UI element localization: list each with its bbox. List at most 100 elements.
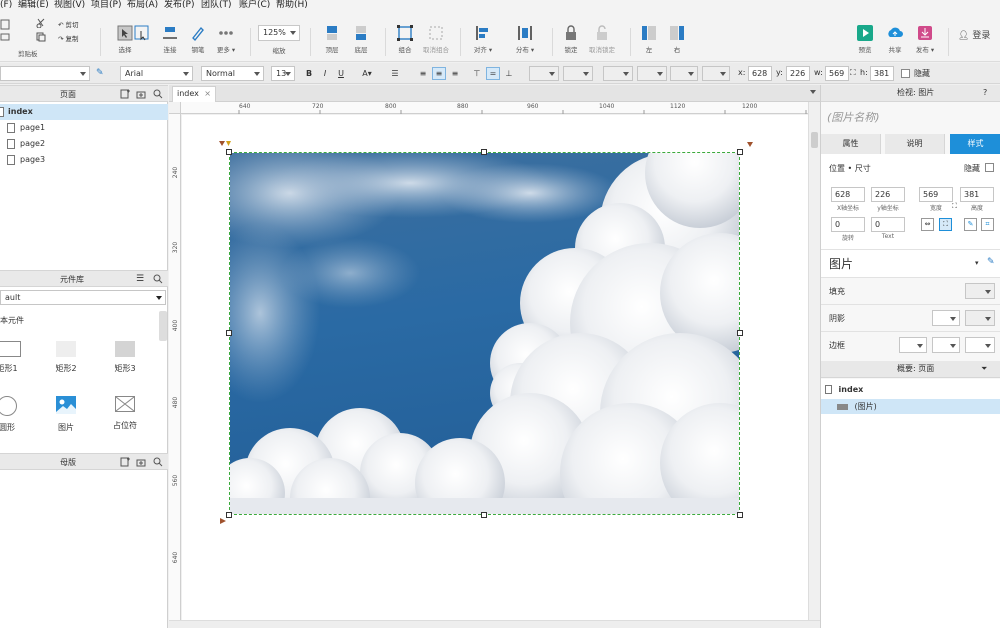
y-coordinate-input[interactable]: 226: [871, 187, 905, 202]
align-text-right-button[interactable]: ≡: [448, 67, 462, 80]
hidden-checkbox[interactable]: [901, 69, 910, 78]
x-input[interactable]: 628: [748, 66, 772, 81]
unlock-button[interactable]: 取消锁定: [582, 24, 622, 54]
font-family-select[interactable]: Arial: [120, 66, 193, 81]
menu-publish[interactable]: 发布(P): [164, 0, 194, 11]
tab-style[interactable]: 样式: [950, 134, 1000, 154]
add-page-icon[interactable]: [120, 89, 130, 99]
outer-shadow-select[interactable]: [932, 310, 960, 326]
height-input[interactable]: 381: [960, 187, 994, 202]
font-color-button[interactable]: A▾: [356, 67, 378, 80]
library-select[interactable]: ault: [0, 290, 166, 305]
ungroup-button[interactable]: 取消组合: [416, 24, 456, 54]
menu-file[interactable]: (F): [0, 0, 12, 11]
folder-icon[interactable]: [0, 32, 12, 42]
menu-icon[interactable]: ☰: [136, 274, 146, 284]
resize-handle[interactable]: [737, 149, 743, 155]
page-item-page3[interactable]: page3: [0, 152, 168, 168]
fill-color-select[interactable]: [965, 283, 995, 299]
component-placeholder[interactable]: 占位符: [105, 396, 145, 431]
add-folder-icon[interactable]: [136, 89, 146, 99]
tab-notes[interactable]: 说明: [885, 134, 945, 154]
border-color-select[interactable]: [932, 337, 960, 353]
component-rect2[interactable]: 矩形2: [46, 341, 86, 374]
fill-color-select[interactable]: [529, 66, 559, 81]
search-icon[interactable]: [153, 457, 163, 467]
tab-index[interactable]: index ×: [172, 86, 216, 102]
rotate-input[interactable]: 0: [831, 217, 865, 232]
distribute-button[interactable]: 分布 ▾: [505, 24, 545, 54]
underline-button[interactable]: U: [334, 67, 348, 80]
menu-edit[interactable]: 编辑(E): [18, 0, 49, 11]
outline-image-item[interactable]: (图片): [821, 399, 1000, 414]
style-name-row[interactable]: 图片 ▾ ✎: [821, 249, 1000, 277]
inner-shadow-select[interactable]: [965, 310, 995, 326]
right-button[interactable]: 右: [657, 24, 697, 54]
resize-handle[interactable]: [481, 149, 487, 155]
align-middle-button[interactable]: =: [486, 67, 500, 80]
border-style-select[interactable]: [965, 337, 995, 353]
more-tools-button[interactable]: 更多 ▾: [206, 24, 246, 54]
chevron-down-icon[interactable]: ▾: [975, 259, 979, 267]
lock-ratio-icon[interactable]: ⛶: [952, 202, 957, 211]
search-icon[interactable]: [153, 274, 163, 284]
widget-name-input[interactable]: (图片名称): [827, 109, 880, 125]
cloud-image[interactable]: [229, 152, 740, 515]
paste-icon[interactable]: [0, 18, 12, 30]
bullet-list-button[interactable]: ☰: [388, 67, 402, 80]
menu-team[interactable]: 团队(T): [201, 0, 232, 11]
fit-content-icon[interactable]: ⇔: [921, 218, 934, 231]
corner-marker-icon[interactable]: [746, 141, 754, 149]
style-edit-icon[interactable]: ✎: [987, 257, 995, 267]
send-to-bottom-button[interactable]: 底层: [341, 24, 381, 54]
y-input[interactable]: 226: [786, 66, 810, 81]
copy-icon[interactable]: [36, 32, 46, 45]
shadow-select[interactable]: [563, 66, 593, 81]
resize-handle[interactable]: [226, 149, 232, 155]
w-input[interactable]: 569: [825, 66, 849, 81]
corner-marker-icon[interactable]: [219, 517, 227, 525]
line-color-select[interactable]: [603, 66, 633, 81]
text-rotate-input[interactable]: 0: [871, 217, 905, 232]
italic-button[interactable]: I: [318, 67, 332, 80]
resize-handle[interactable]: [226, 330, 232, 336]
widget-style-select[interactable]: [0, 66, 90, 81]
tab-list-chevron-icon[interactable]: [810, 90, 816, 94]
help-icon[interactable]: ?: [983, 85, 987, 101]
zoom-select[interactable]: 125%: [258, 25, 300, 41]
canvas-vertical-scrollbar[interactable]: [808, 102, 820, 620]
align-text-center-button[interactable]: ≡: [432, 67, 446, 80]
menu-view[interactable]: 视图(V): [54, 0, 85, 11]
tab-properties[interactable]: 属性: [821, 134, 881, 154]
resize-handle[interactable]: [481, 512, 487, 518]
design-canvas[interactable]: [182, 115, 808, 620]
align-bottom-button[interactable]: ⊥: [502, 67, 516, 80]
line-width-select[interactable]: [637, 66, 667, 81]
resize-handle[interactable]: [737, 512, 743, 518]
menu-project[interactable]: 项目(P): [91, 0, 121, 11]
undo-button[interactable]: ↶ 剪切: [58, 19, 79, 29]
lock-ratio-icon[interactable]: ⛶: [850, 68, 856, 78]
auto-fit-icon[interactable]: ⛶: [939, 218, 952, 231]
x-coordinate-input[interactable]: 628: [831, 187, 865, 202]
filter-icon[interactable]: ⏷: [981, 361, 987, 377]
search-icon[interactable]: [153, 89, 163, 99]
border-width-select[interactable]: [899, 337, 927, 353]
scroll-thumb[interactable]: [811, 132, 818, 148]
redo-button[interactable]: ↷ 复制: [58, 33, 79, 43]
font-size-select[interactable]: 13: [271, 66, 295, 81]
bold-button[interactable]: B: [302, 67, 316, 80]
component-rect1[interactable]: 矩形1: [0, 341, 27, 374]
h-input[interactable]: 381: [870, 66, 894, 81]
crop-icon[interactable]: ⌗: [981, 218, 994, 231]
component-rect3[interactable]: 矩形3: [105, 341, 145, 374]
width-input[interactable]: 569: [919, 187, 953, 202]
pin-icon[interactable]: ✎: [964, 218, 977, 231]
scissors-icon[interactable]: [36, 18, 46, 31]
library-scrollbar[interactable]: [159, 311, 167, 341]
align-button[interactable]: 对齐 ▾: [463, 24, 503, 54]
align-top-button[interactable]: ⊤: [470, 67, 484, 80]
close-icon[interactable]: ×: [204, 87, 211, 101]
component-image[interactable]: 图片: [46, 396, 86, 433]
hidden-checkbox[interactable]: [985, 163, 994, 172]
